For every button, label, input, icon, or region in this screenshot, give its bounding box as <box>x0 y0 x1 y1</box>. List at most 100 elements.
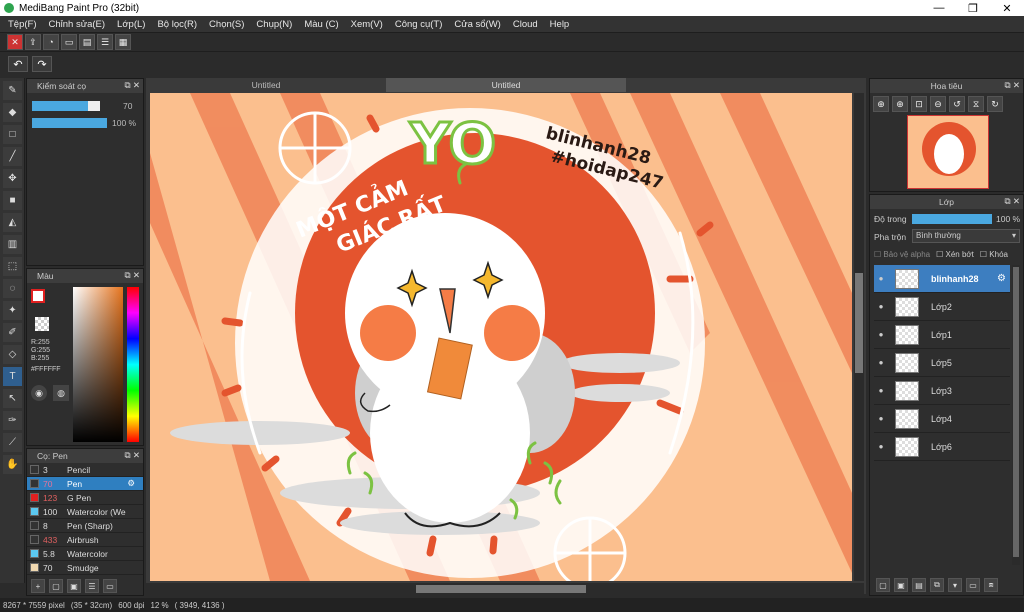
panel-close-icon[interactable]: ⧉ ✕ <box>1004 196 1020 207</box>
brush-item[interactable]: 70 Smudge <box>27 561 143 575</box>
layer-visibility-icon[interactable]: ● <box>874 302 888 311</box>
layer-visibility-icon[interactable]: ● <box>874 414 888 423</box>
menu-color[interactable]: Màu (C) <box>298 19 344 30</box>
brush-copy-icon[interactable]: ▣ <box>67 579 81 593</box>
layer-item[interactable]: ● Lớp6 <box>874 433 1010 461</box>
primary-color-swatch[interactable] <box>31 289 45 303</box>
menu-snap[interactable]: Chụp(N) <box>250 19 298 30</box>
brush-tool-icon[interactable]: ✎ <box>3 81 22 100</box>
duplicate-layer-icon[interactable]: ⧉ <box>930 578 944 592</box>
flip-icon[interactable]: ⧖ <box>968 96 984 112</box>
rotate-right-icon[interactable]: ↻ <box>987 96 1003 112</box>
rectangle-tool-icon[interactable]: □ <box>3 125 22 144</box>
zoom-in-icon[interactable]: ⊕ <box>873 96 889 112</box>
layer-item[interactable]: ● Lớp1 <box>874 321 1010 349</box>
layer-visibility-icon[interactable]: ● <box>874 330 888 339</box>
zoom-plus-icon[interactable]: ⊕ <box>892 96 908 112</box>
fit-icon[interactable]: ⊡ <box>911 96 927 112</box>
transparent-swatch[interactable] <box>35 317 49 331</box>
layer-item[interactable]: ● Lớp3 <box>874 377 1010 405</box>
select-tool-icon[interactable]: ⬚ <box>3 257 22 276</box>
dot-tool-icon[interactable]: ╱ <box>3 147 22 166</box>
panel-close-icon[interactable]: ⧉ ✕ <box>124 270 140 281</box>
layer-opacity-slider[interactable] <box>912 214 992 224</box>
close-document-icon[interactable]: ✕ <box>7 34 23 50</box>
text-tool-icon[interactable]: T <box>3 367 22 386</box>
menu-cloud[interactable]: Cloud <box>507 19 544 30</box>
layer-delete-icon[interactable]: ⧈ <box>984 578 998 592</box>
page-icon[interactable]: ▤ <box>79 34 95 50</box>
undo-button[interactable]: ↶ <box>8 56 28 72</box>
brush-item[interactable]: 100 Watercolor (We <box>27 505 143 519</box>
bucket-tool-icon[interactable]: ◭ <box>3 213 22 232</box>
lock-checkbox[interactable]: ☐ Khóa <box>980 250 1008 259</box>
menu-window[interactable]: Cửa sổ(W) <box>448 19 506 30</box>
hue-slider[interactable] <box>127 287 139 442</box>
menu-file[interactable]: Tệp(F) <box>2 19 43 30</box>
clipping-checkbox[interactable]: ☐ Xén bớt <box>936 250 974 259</box>
grid-icon[interactable]: ▦ <box>115 34 131 50</box>
brush-item[interactable]: 8 Pen (Sharp) <box>27 519 143 533</box>
add-brush-icon[interactable]: + <box>31 579 45 593</box>
menu-select[interactable]: Chọn(S) <box>203 19 250 30</box>
list-icon[interactable]: ☰ <box>97 34 113 50</box>
menu-view[interactable]: Xem(V) <box>345 19 389 30</box>
eyedropper-icon[interactable]: ✑ <box>3 411 22 430</box>
layer-visibility-icon[interactable]: ● <box>874 358 888 367</box>
zoom-out-icon[interactable]: ⊖ <box>930 96 946 112</box>
protect-alpha-checkbox[interactable]: ☐ Bảo vệ alpha <box>874 250 930 259</box>
gradient-tool-icon[interactable]: ▥ <box>3 235 22 254</box>
layer-settings-icon[interactable]: ⚙ <box>997 273 1006 284</box>
menu-filter[interactable]: Bộ lọc(R) <box>151 19 203 30</box>
brush-settings-icon[interactable]: ⚙ <box>127 478 135 489</box>
layer-item[interactable]: ● Lớp2 <box>874 293 1010 321</box>
comment-icon[interactable]: ◔ <box>43 34 59 50</box>
operation-tool-icon[interactable]: ↖ <box>3 389 22 408</box>
layer-visibility-icon[interactable]: ● <box>874 442 888 451</box>
brush-size-slider[interactable] <box>32 101 100 111</box>
brush-item[interactable]: 3 Pencil <box>27 463 143 477</box>
panel-close-icon[interactable]: ⧉ ✕ <box>124 80 140 91</box>
close-button[interactable]: ✕ <box>990 2 1024 15</box>
rotate-left-icon[interactable]: ↺ <box>949 96 965 112</box>
hand-tool-icon[interactable]: ✋ <box>3 455 22 474</box>
select-pen-icon[interactable]: ✐ <box>3 323 22 342</box>
menu-help[interactable]: Help <box>544 19 576 30</box>
blend-mode-select[interactable]: Bình thường ▾ <box>912 229 1020 243</box>
brush-item[interactable]: 70 Pen ⚙ <box>27 477 143 491</box>
chat-icon[interactable]: ▭ <box>61 34 77 50</box>
brush-item[interactable]: 433 Airbrush <box>27 533 143 547</box>
color-wheel-icon[interactable]: ◉ <box>31 385 47 401</box>
menu-layer[interactable]: Lớp(L) <box>111 19 151 30</box>
tab-untitled-1[interactable]: Untitled <box>146 78 386 92</box>
redo-button[interactable]: ↷ <box>32 56 52 72</box>
magic-wand-icon[interactable]: ✦ <box>3 301 22 320</box>
layer-item[interactable]: ● Lớp5 <box>874 349 1010 377</box>
layer-visibility-icon[interactable]: ● <box>874 386 888 395</box>
move-tool-icon[interactable]: ✥ <box>3 169 22 188</box>
color-picker-field[interactable] <box>73 287 123 442</box>
artwork-canvas[interactable]: YO MỘT CẢM GIÁC RẤT blinhanh28 #hoidap24… <box>150 93 852 581</box>
layer-folder-icon[interactable]: ▭ <box>966 578 980 592</box>
panel-close-icon[interactable]: ⧉ ✕ <box>124 450 140 461</box>
tab-untitled-2[interactable]: Untitled <box>386 78 626 92</box>
layer-visibility-icon[interactable]: ● <box>874 274 888 283</box>
minimize-button[interactable]: — <box>922 2 956 15</box>
brush-list-icon[interactable]: ☰ <box>85 579 99 593</box>
horizontal-scrollbar[interactable] <box>146 583 864 595</box>
eraser-tool-icon[interactable]: ◆ <box>3 103 22 122</box>
divide-tool-icon[interactable]: ⟋ <box>3 433 22 452</box>
panel-close-icon[interactable]: ⧉ ✕ <box>1004 80 1020 91</box>
layer-scrollbar[interactable] <box>1012 265 1020 565</box>
layer-item[interactable]: ● blinhanh28 ⚙ <box>874 265 1010 293</box>
brush-opacity-slider[interactable] <box>32 118 107 128</box>
palette-icon[interactable]: ◍ <box>53 385 69 401</box>
brush-folder-icon[interactable]: ▭ <box>103 579 117 593</box>
maximize-button[interactable]: ❐ <box>956 2 990 15</box>
menu-edit[interactable]: Chỉnh sửa(E) <box>43 19 112 30</box>
vertical-scrollbar[interactable] <box>854 93 864 581</box>
brush-page-icon[interactable]: ▢ <box>49 579 63 593</box>
brush-item[interactable]: 123 G Pen <box>27 491 143 505</box>
layer-settings-icon[interactable]: ▾ <box>948 578 962 592</box>
menu-tools[interactable]: Công cụ(T) <box>389 19 449 30</box>
